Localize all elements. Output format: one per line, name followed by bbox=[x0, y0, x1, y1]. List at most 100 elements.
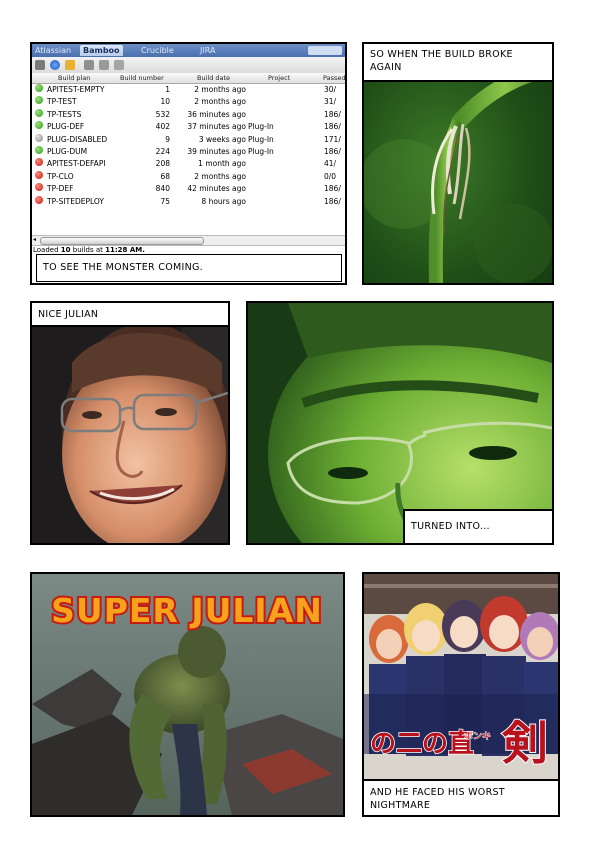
project-cell: Plug-In bbox=[248, 122, 274, 132]
table-row[interactable]: TP-TEST 10 2 months ago 31/ bbox=[32, 96, 345, 108]
build-number-cell: 68 bbox=[160, 171, 170, 181]
table-row[interactable]: APITEST-EMPTY 1 2 months ago 30/ bbox=[32, 84, 345, 96]
project-cell: Plug-In bbox=[248, 146, 274, 156]
column-build-plan[interactable]: Build plan bbox=[58, 74, 90, 82]
panel-green-julian: TURNED INTO... bbox=[246, 301, 554, 545]
horizontal-scrollbar[interactable]: ◂ bbox=[32, 235, 345, 246]
tab-crucible[interactable]: Crucible bbox=[138, 45, 177, 56]
build-number-cell: 840 bbox=[155, 184, 170, 194]
build-plan-cell: TP-CLO bbox=[47, 171, 74, 181]
nice-julian-portrait bbox=[32, 303, 228, 543]
poster-title-right: 剣 bbox=[501, 716, 548, 770]
build-date-cell: 2 months ago bbox=[194, 97, 246, 107]
table-row[interactable]: TP-DEF 840 42 minutes ago 186/ bbox=[32, 183, 345, 195]
label-icon[interactable] bbox=[114, 60, 124, 70]
build-success-icon bbox=[35, 96, 43, 105]
super-julian-title-text: SUPER JULIAN bbox=[51, 591, 323, 630]
build-failed-icon bbox=[35, 170, 43, 179]
poster-title-small: ボンキ bbox=[464, 731, 491, 742]
refresh-icon[interactable] bbox=[50, 60, 60, 70]
green-julian-closeup bbox=[248, 303, 552, 543]
build-date-cell: 2 months ago bbox=[194, 85, 246, 94]
window-controls-icon[interactable] bbox=[308, 46, 342, 55]
status-time: 11:28 AM. bbox=[105, 246, 145, 254]
column-passed[interactable]: Passed bbox=[323, 74, 345, 82]
passed-cell: 186/ bbox=[324, 196, 341, 206]
panel-nice-julian: NICE JULIAN bbox=[30, 301, 230, 545]
folder-icon[interactable] bbox=[65, 60, 75, 70]
caption-monster-coming: TO SEE THE MONSTER COMING. bbox=[36, 254, 342, 282]
build-number-cell: 402 bbox=[155, 122, 170, 132]
scroll-left-icon[interactable]: ◂ bbox=[33, 237, 36, 243]
status-prefix: Loaded bbox=[33, 246, 61, 254]
tab-bamboo[interactable]: Bamboo bbox=[80, 45, 123, 56]
table-row[interactable]: APITEST-DEFAPI 208 1 month ago 41/ bbox=[32, 158, 345, 170]
tab-bar: Atlassian Bamboo Crucible JIRA bbox=[32, 44, 345, 57]
build-number-cell: 75 bbox=[160, 196, 170, 206]
build-plan-cell: TP-DEF bbox=[47, 184, 74, 194]
build-date-cell: 1 month ago bbox=[198, 159, 246, 169]
table-row[interactable]: TP-CLO 68 2 months ago 0/0 bbox=[32, 170, 345, 183]
table-row[interactable]: PLUG-DISABLED 9 3 weeks ago Plug-In 171/ bbox=[32, 133, 345, 146]
build-number-cell: 208 bbox=[155, 159, 170, 169]
build-number-cell: 532 bbox=[155, 109, 170, 119]
build-success-icon bbox=[35, 145, 43, 154]
passed-cell: 0/0 bbox=[324, 171, 337, 181]
column-build-number[interactable]: Build number bbox=[120, 74, 164, 82]
column-build-date[interactable]: Build date bbox=[197, 74, 230, 82]
stop-icon[interactable] bbox=[99, 60, 109, 70]
build-date-cell: 39 minutes ago bbox=[187, 146, 246, 156]
caption-turned-into: TURNED INTO... bbox=[403, 509, 552, 543]
tab-jira[interactable]: JIRA bbox=[197, 45, 218, 56]
passed-cell: 186/ bbox=[324, 146, 341, 156]
build-plan-cell: APITEST-EMPTY bbox=[47, 85, 105, 94]
table-row[interactable]: PLUG-DUM 224 39 minutes ago Plug-In 186/ bbox=[32, 145, 345, 158]
table-row[interactable]: PLUG-DEF 402 37 minutes ago Plug-In 186/ bbox=[32, 121, 345, 133]
tab-atlassian[interactable]: Atlassian bbox=[32, 45, 74, 56]
table-row[interactable]: TP-SITEDEPLOY 75 8 hours ago 186/ bbox=[32, 195, 345, 208]
build-number-cell: 9 bbox=[165, 134, 170, 144]
passed-cell: 186/ bbox=[324, 109, 341, 119]
build-date-cell: 36 minutes ago bbox=[187, 109, 246, 119]
passed-cell: 41/ bbox=[324, 159, 337, 169]
build-plan-cell: PLUG-DEF bbox=[47, 122, 85, 132]
build-date-cell: 37 minutes ago bbox=[187, 122, 246, 132]
status-count: 10 bbox=[60, 246, 71, 254]
caption-nice-julian: NICE JULIAN bbox=[32, 303, 228, 327]
build-number-cell: 1 bbox=[165, 85, 170, 94]
build-plan-cell: PLUG-DISABLED bbox=[47, 134, 108, 144]
project-cell: Plug-In bbox=[248, 134, 274, 144]
passed-cell: 30/ bbox=[324, 85, 337, 94]
panel-bamboo-screenshot: Atlassian Bamboo Crucible JIRA Build pla… bbox=[30, 42, 347, 285]
caption-build-broke: SO WHEN THE BUILD BROKE AGAIN bbox=[364, 44, 552, 82]
build-success-icon bbox=[35, 84, 43, 92]
build-failed-icon bbox=[35, 158, 43, 167]
panel-nightmare: の二の直 剣 ボンキ AND HE FACED HIS WORST NIGHTM… bbox=[362, 572, 560, 817]
passed-cell: 31/ bbox=[324, 97, 337, 107]
table-row[interactable]: TP-TESTS 532 36 minutes ago 186/ bbox=[32, 108, 345, 121]
scrollbar-thumb[interactable] bbox=[40, 237, 204, 245]
panel-broken-bamboo: SO WHEN THE BUILD BROKE AGAIN bbox=[362, 42, 554, 285]
status-mid: builds at bbox=[70, 246, 106, 254]
run-build-icon[interactable] bbox=[84, 60, 94, 70]
passed-cell: 186/ bbox=[324, 184, 341, 194]
build-disabled-icon bbox=[35, 133, 43, 142]
toolbar bbox=[32, 57, 345, 74]
table-header: Build plan Build number Build date Proje… bbox=[32, 73, 345, 84]
build-failed-icon bbox=[35, 183, 43, 192]
build-plan-cell: PLUG-DUM bbox=[47, 146, 88, 156]
build-plan-cell: TP-TEST bbox=[47, 97, 77, 107]
filter-icon[interactable] bbox=[35, 60, 45, 70]
super-julian-title: SUPER JULIAN bbox=[49, 589, 324, 632]
build-failed-icon bbox=[35, 195, 43, 204]
caption-worst-nightmare: AND HE FACED HIS WORST NIGHTMARE bbox=[364, 779, 558, 815]
build-plan-cell: TP-SITEDEPLOY bbox=[47, 196, 104, 206]
panel-super-julian: SUPER JULIAN bbox=[30, 572, 345, 817]
build-plan-cell: APITEST-DEFAPI bbox=[47, 159, 106, 169]
build-plan-cell: TP-TESTS bbox=[47, 109, 82, 119]
build-date-cell: 2 months ago bbox=[194, 171, 246, 181]
bamboo-window: Atlassian Bamboo Crucible JIRA Build pla… bbox=[32, 44, 345, 283]
column-project[interactable]: Project bbox=[268, 74, 290, 82]
build-number-cell: 224 bbox=[155, 146, 170, 156]
build-success-icon bbox=[35, 108, 43, 117]
